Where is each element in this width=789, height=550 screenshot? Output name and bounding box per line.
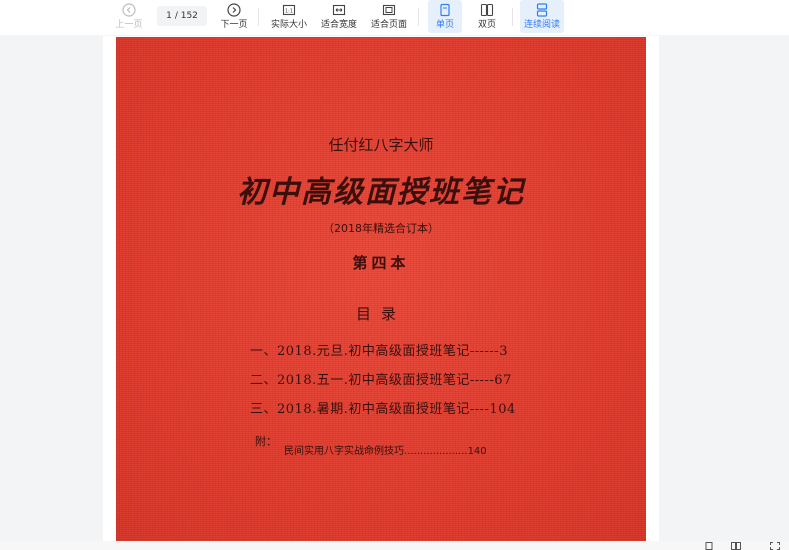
total-pages-label: / 152 (174, 11, 198, 21)
single-page-button[interactable]: 单页 (428, 0, 462, 33)
fit-page-icon (382, 4, 396, 16)
current-page-value[interactable]: 1 (166, 11, 172, 21)
continuous-scroll-icon (536, 3, 548, 17)
fit-width-button[interactable]: 适合宽度 (318, 0, 360, 33)
double-page-button[interactable]: 双页 (470, 0, 504, 33)
document-viewport[interactable]: 任付红八字大师 初中高级面授班笔记 （2018年精选合订本） 第四本 目录 一、… (0, 35, 789, 550)
continuous-reading-label: 连续阅读 (523, 20, 560, 30)
viewer-toolbar: 上一页 1 / 152 下一页 1:1 实际大小 适合宽度 适合页面 单页 双页… (0, 0, 789, 35)
next-page-label: 下一页 (220, 20, 248, 30)
book-cover-page: 任付红八字大师 初中高级面授班笔记 （2018年精选合订本） 第四本 目录 一、… (116, 37, 646, 541)
double-page-label: 双页 (477, 20, 496, 30)
fullscreen-icon[interactable] (770, 542, 780, 550)
appendix-entry: 民间实用八字实战命例技巧....................140 (284, 446, 487, 457)
toc-entry: 二、2018.五一.初中高级面授班笔记-----67 (250, 373, 512, 388)
fit-width-icon (332, 4, 346, 16)
actual-size-label: 实际大小 (270, 20, 307, 30)
appendix-label: 附： (255, 435, 277, 448)
cover-subtitle: （2018年精选合订本） (323, 222, 439, 235)
cover-volume: 第四本 (352, 254, 410, 272)
svg-text:1:1: 1:1 (285, 9, 293, 15)
toolbar-divider (512, 8, 513, 26)
prev-page-label: 上一页 (115, 20, 143, 30)
toc-heading: 目录 (355, 305, 406, 323)
page-number-field[interactable]: 1 / 152 (157, 6, 207, 26)
next-page-button[interactable]: 下一页 (218, 0, 250, 33)
cover-author: 任付红八字大师 (328, 136, 434, 154)
fit-page-button[interactable]: 适合页面 (368, 0, 410, 33)
single-page-status-icon[interactable] (704, 542, 714, 550)
toolbar-divider (418, 8, 419, 26)
single-page-label: 单页 (435, 20, 454, 30)
fit-page-label: 适合页面 (370, 20, 407, 30)
status-bar (0, 541, 789, 550)
double-page-icon (480, 3, 494, 17)
chevron-right-circle-icon (227, 3, 241, 17)
chevron-left-circle-icon (122, 3, 136, 17)
toolbar-divider (258, 8, 259, 26)
actual-size-button[interactable]: 1:1 实际大小 (268, 0, 310, 33)
continuous-reading-button[interactable]: 连续阅读 (520, 0, 564, 33)
fit-width-label: 适合宽度 (320, 20, 357, 30)
toc-entry: 一、2018.元旦.初中高级面授班笔记------3 (250, 344, 508, 359)
toc-entry: 三、2018.暑期.初中高级面授班笔记----104 (250, 402, 516, 417)
prev-page-button[interactable]: 上一页 (113, 0, 145, 33)
cover-title: 初中高级面授班笔记 (237, 175, 525, 210)
actual-size-icon: 1:1 (282, 4, 296, 16)
double-page-status-icon[interactable] (731, 542, 741, 550)
single-page-icon (440, 3, 450, 17)
